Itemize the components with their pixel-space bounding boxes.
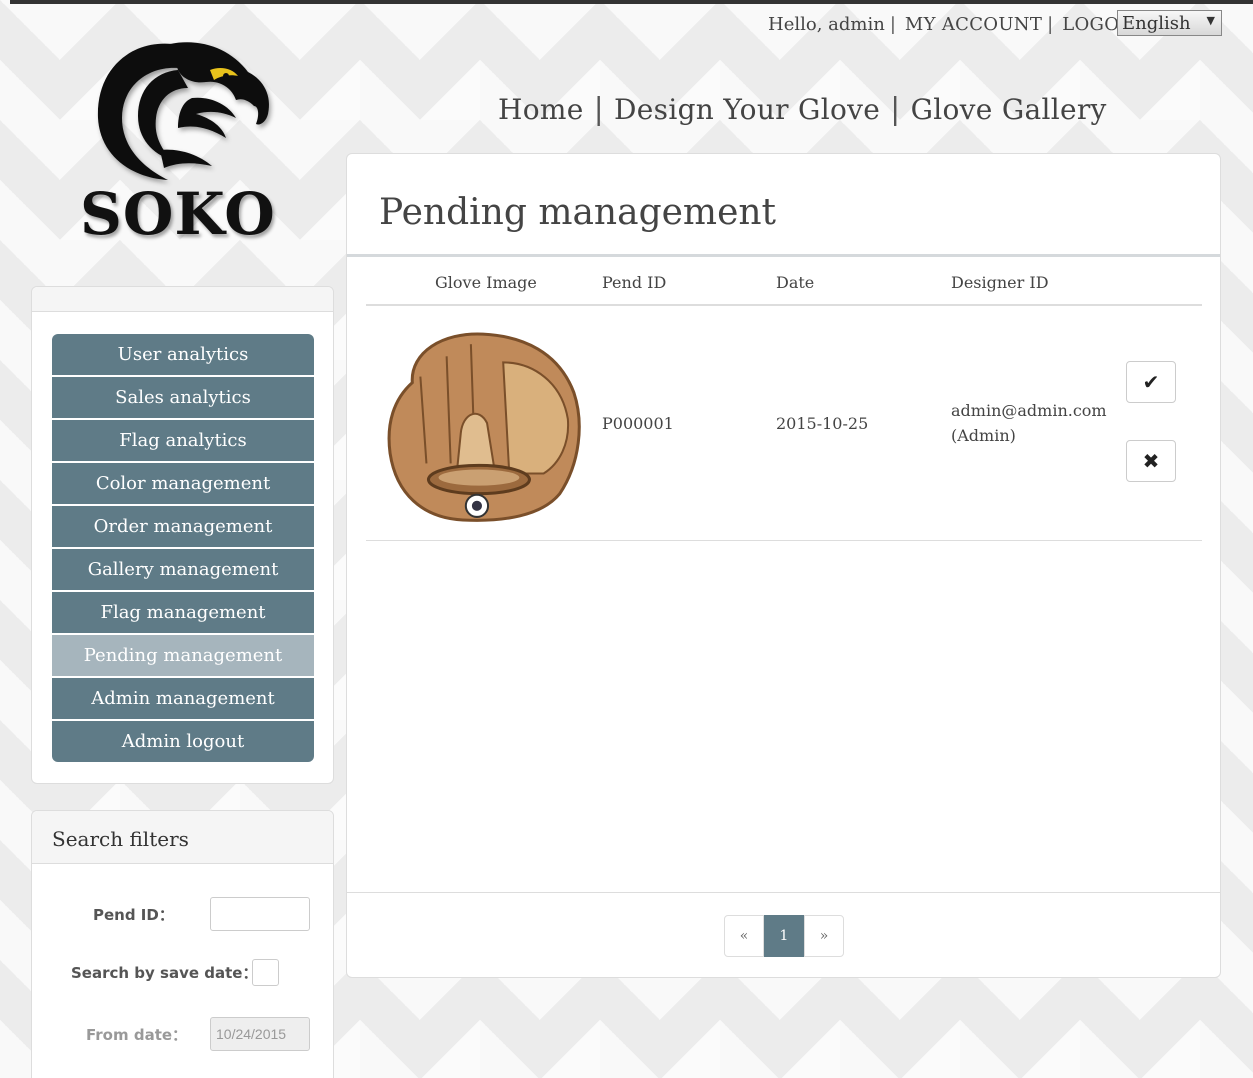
reject-button[interactable]: ✖ [1126,440,1176,482]
greeting-text: Hello, admin [768,13,885,35]
admin-menu-panel: User analytics Sales analytics Flag anal… [31,286,334,784]
from-date-label: From date： [86,1026,188,1044]
panel-header [32,287,333,312]
close-icon: ✖ [1142,449,1160,473]
admin-menu: User analytics Sales analytics Flag anal… [52,334,314,762]
designer-role-cell: (Admin) [951,426,1016,445]
column-header-date: Date [776,273,815,292]
pend-id-label: Pend ID： [93,906,174,924]
sidebar-item-admin-management[interactable]: Admin management [52,678,314,719]
glove-image[interactable] [382,322,584,524]
sidebar-item-order-management[interactable]: Order management [52,506,314,547]
column-header-pend-id: Pend ID [602,273,667,292]
nav-separator: | [593,92,605,127]
sidebar-item-flag-analytics[interactable]: Flag analytics [52,420,314,461]
separator: | [1047,13,1054,35]
dropdown-arrow-icon: ▼ [1206,14,1215,27]
soko-logo[interactable]: SOKO [60,30,290,260]
pend-id-input[interactable] [210,897,310,931]
sidebar-item-color-management[interactable]: Color management [52,463,314,504]
column-header-designer-id: Designer ID [951,273,1049,292]
pagination-page-1[interactable]: 1 [764,915,804,957]
filters-title: Search filters [32,811,333,864]
check-icon: ✔ [1142,370,1160,394]
search-filters-panel: Search filters Pend ID： Search by save d… [31,810,334,1078]
footer-divider [347,892,1220,893]
save-date-label: Search by save date： [71,964,258,982]
main-nav: Home | Design Your Glove | Glove Gallery [498,92,1107,127]
language-select[interactable]: English ▼ [1117,10,1222,36]
date-cell: 2015-10-25 [776,414,869,433]
approve-button[interactable]: ✔ [1126,361,1176,403]
sidebar-item-pending-management[interactable]: Pending management [52,635,314,676]
page-title: Pending management [379,192,777,233]
column-header-glove-image: Glove Image [435,273,537,292]
nav-separator: | [890,92,901,127]
sidebar-item-gallery-management[interactable]: Gallery management [52,549,314,590]
pend-id-cell: P000001 [602,414,674,433]
sidebar-item-flag-management[interactable]: Flag management [52,592,314,633]
language-value: English [1122,12,1191,34]
user-links: Hello, admin | MY ACCOUNT | LOGOUT [768,11,1147,37]
sidebar-item-sales-analytics[interactable]: Sales analytics [52,377,314,418]
separator: | [889,13,896,35]
pending-management-panel: Pending management Glove Image Pend ID D… [346,153,1221,978]
nav-design-your-glove[interactable]: Design Your Glove [614,93,880,126]
sidebar-item-admin-logout[interactable]: Admin logout [52,721,314,762]
table-header: Glove Image Pend ID Date Designer ID [366,257,1202,306]
pagination-next[interactable]: » [804,915,844,957]
from-date-input[interactable] [210,1017,310,1051]
eagle-icon [97,42,270,180]
top-bar [10,0,1253,4]
my-account-link[interactable]: MY ACCOUNT [905,14,1042,35]
sidebar-item-user-analytics[interactable]: User analytics [52,334,314,375]
pagination: « 1 » [724,915,844,957]
designer-email-cell: admin@admin.com [951,401,1107,420]
save-date-checkbox[interactable] [252,959,279,986]
brand-name: SOKO [80,180,276,248]
nav-glove-gallery[interactable]: Glove Gallery [911,93,1107,126]
table-row: P000001 2015-10-25 admin@admin.com (Admi… [366,307,1202,541]
pagination-prev[interactable]: « [724,915,764,957]
nav-home[interactable]: Home [498,93,584,126]
